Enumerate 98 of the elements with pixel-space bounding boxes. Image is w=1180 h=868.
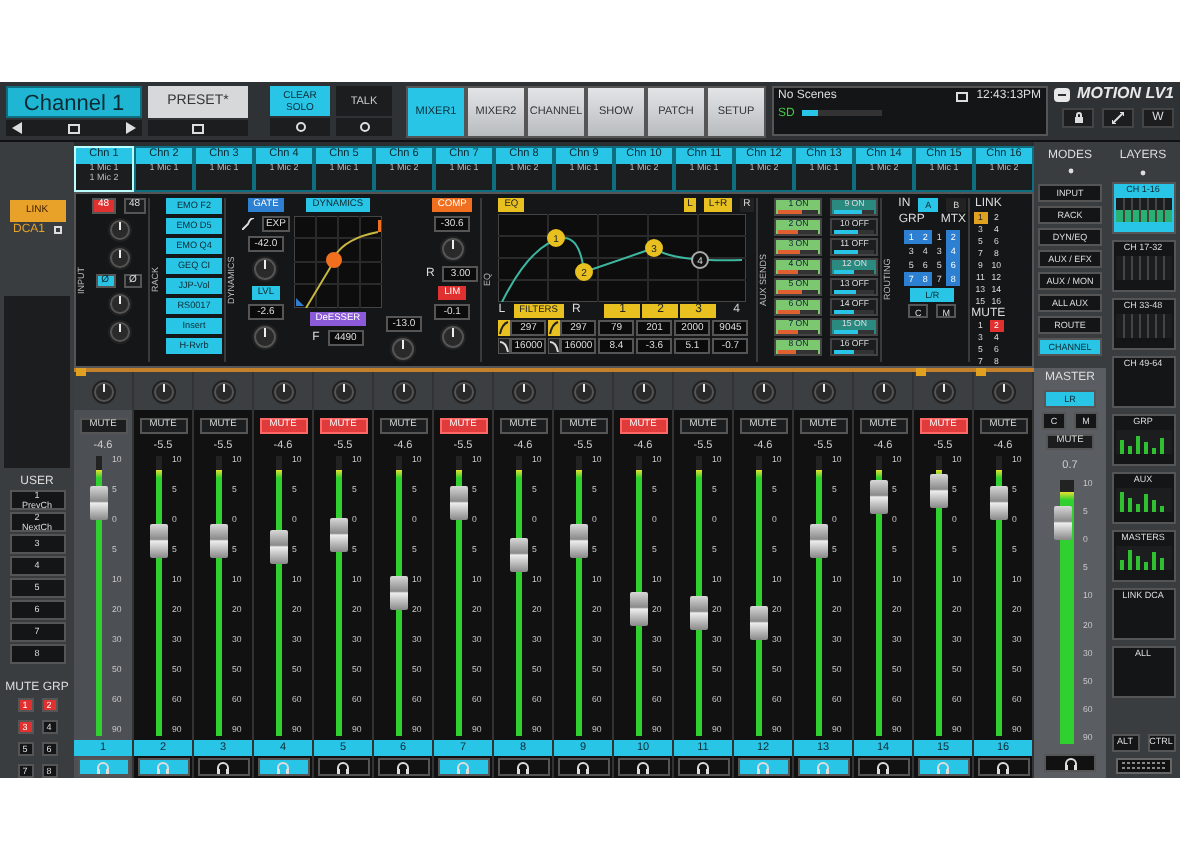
- solo-button[interactable]: [677, 758, 729, 776]
- channel-name[interactable]: Channel 1: [6, 86, 142, 118]
- fader-handle[interactable]: [630, 591, 648, 626]
- headphones-icon: [936, 761, 950, 773]
- pan-knob[interactable]: [211, 379, 235, 403]
- keyboard-icon[interactable]: [1115, 758, 1171, 774]
- headphones-icon: [1063, 757, 1077, 769]
- pan-knob[interactable]: [107, 245, 131, 269]
- solo-button[interactable]: [497, 758, 549, 776]
- headphones-icon: [96, 761, 110, 773]
- layer-preview-drawing: [1115, 313, 1171, 338]
- fader-handle[interactable]: [930, 473, 948, 508]
- pan-knob[interactable]: [691, 379, 715, 403]
- screen-icon[interactable]: [192, 123, 204, 133]
- pan-knob[interactable]: [91, 379, 115, 403]
- screen-icon[interactable]: [956, 91, 969, 102]
- curve-icon: [241, 218, 254, 230]
- solo-button[interactable]: [317, 758, 369, 776]
- headphones-icon: [756, 761, 770, 773]
- next-arrow-icon[interactable]: [126, 122, 136, 134]
- fader-handle[interactable]: [870, 480, 888, 515]
- link-marker: [976, 368, 986, 376]
- lock-icon: [1073, 111, 1083, 124]
- pan-knob[interactable]: [811, 379, 835, 403]
- solo-button[interactable]: [857, 758, 909, 776]
- pan-knob[interactable]: [252, 324, 279, 350]
- meter-drawing: [1115, 545, 1171, 570]
- pan-knob[interactable]: [151, 379, 175, 403]
- solo-button[interactable]: [377, 758, 429, 776]
- brand-name: MOTION LV1: [1077, 86, 1174, 104]
- pan-knob[interactable]: [931, 379, 955, 403]
- headphones-icon: [636, 761, 650, 773]
- pan-knob[interactable]: [439, 324, 466, 350]
- fader-handle[interactable]: [330, 517, 348, 552]
- headphones-icon: [276, 761, 290, 773]
- solo-button[interactable]: [617, 758, 669, 776]
- fader-handle[interactable]: [210, 524, 228, 559]
- resize-button[interactable]: [1102, 107, 1134, 128]
- layer-preview-drawing: [1115, 255, 1171, 280]
- meter-drawing: [1115, 487, 1171, 512]
- fader-handle[interactable]: [510, 537, 528, 572]
- pan-knob[interactable]: [107, 320, 131, 344]
- fader-handle[interactable]: [750, 606, 768, 641]
- fader-handle[interactable]: [810, 524, 828, 559]
- solo-button[interactable]: [1044, 754, 1096, 772]
- headphones-icon: [156, 761, 170, 773]
- pan-knob[interactable]: [107, 292, 131, 316]
- pan-knob[interactable]: [451, 379, 475, 403]
- headphones-icon: [516, 761, 530, 773]
- fader-handle[interactable]: [90, 485, 108, 520]
- pan-knob[interactable]: [252, 256, 279, 282]
- headphones-icon: [336, 761, 350, 773]
- fader-handle[interactable]: [990, 485, 1008, 520]
- pan-knob[interactable]: [571, 379, 595, 403]
- pan-knob[interactable]: [631, 379, 655, 403]
- pan-knob[interactable]: [331, 379, 355, 403]
- dynamics-graph: [293, 216, 382, 308]
- dot-icon: [1067, 167, 1073, 174]
- solo-button[interactable]: [557, 758, 609, 776]
- dot-icon: [359, 122, 369, 133]
- pan-knob[interactable]: [991, 379, 1015, 403]
- link-marker: [76, 368, 86, 376]
- headphones-icon: [816, 761, 830, 773]
- fader-handle[interactable]: [450, 485, 468, 520]
- layer-preview-drawing: [1115, 197, 1171, 222]
- pan-knob[interactable]: [390, 336, 417, 362]
- screen-icon[interactable]: [68, 123, 80, 133]
- meter-drawing: [1115, 429, 1171, 454]
- fader-handle[interactable]: [270, 529, 288, 564]
- dot-icon: [1140, 169, 1146, 176]
- headphones-icon: [216, 761, 230, 773]
- link-marker: [916, 368, 926, 376]
- pan-knob[interactable]: [511, 379, 535, 403]
- solo-button[interactable]: [977, 758, 1029, 776]
- logo-icon: [1053, 87, 1070, 102]
- pan-knob[interactable]: [271, 379, 295, 403]
- fader-handle[interactable]: [1053, 506, 1071, 541]
- headphones-icon: [396, 761, 410, 773]
- fader-handle[interactable]: [570, 524, 588, 559]
- pan-knob[interactable]: [871, 379, 895, 403]
- screen-icon[interactable]: [53, 226, 61, 235]
- solo-button[interactable]: [197, 758, 249, 776]
- lock-button[interactable]: [1062, 107, 1094, 128]
- fader-handle[interactable]: [690, 596, 708, 631]
- previous-arrow-icon[interactable]: [12, 122, 22, 134]
- dot-icon: [295, 122, 305, 133]
- pan-knob[interactable]: [107, 217, 131, 241]
- fader-handle[interactable]: [390, 576, 408, 611]
- headphones-icon: [996, 761, 1010, 773]
- headphones-icon: [876, 761, 890, 773]
- pan-knob[interactable]: [391, 379, 415, 403]
- headphones-icon: [576, 761, 590, 773]
- headphones-icon: [456, 761, 470, 773]
- pan-knob[interactable]: [439, 236, 466, 262]
- headphones-icon: [696, 761, 710, 773]
- fader-handle[interactable]: [150, 524, 168, 559]
- pan-knob[interactable]: [751, 379, 775, 403]
- arrows-icon: [1112, 111, 1124, 124]
